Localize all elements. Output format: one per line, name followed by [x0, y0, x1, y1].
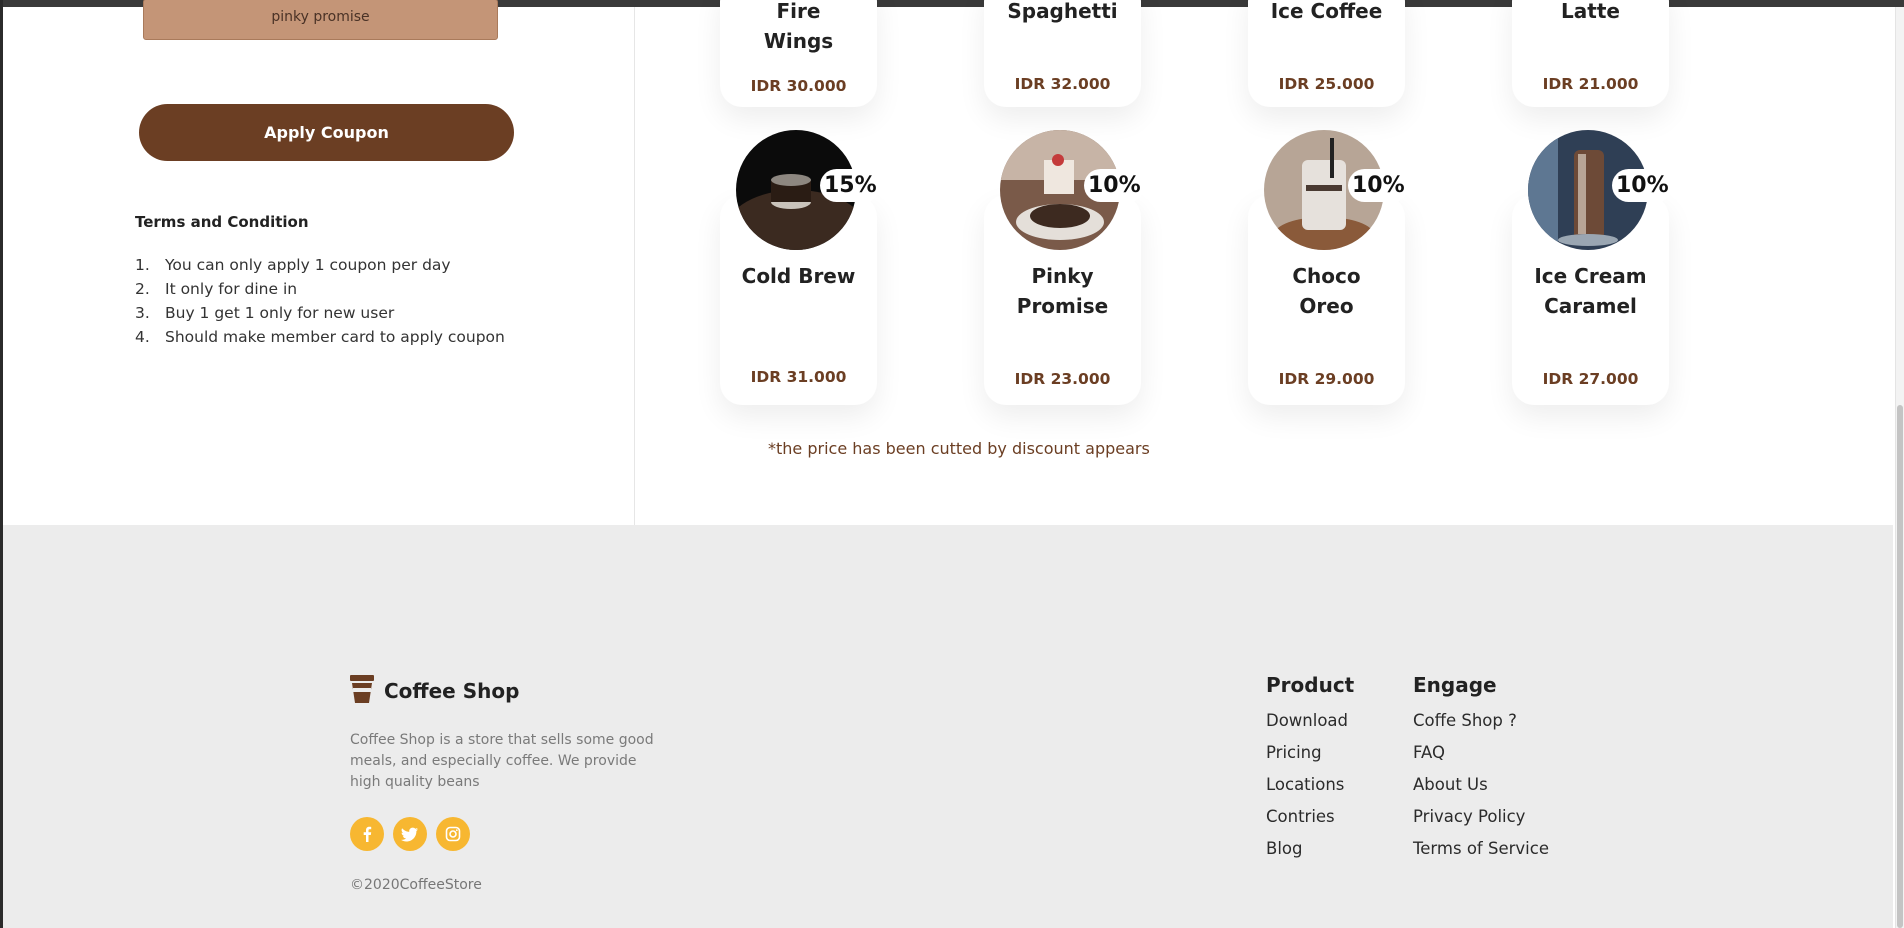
discount-note: *the price has been cutted by discount a…: [768, 439, 1150, 458]
product-price: IDR 31.000: [750, 368, 847, 386]
discount-badge: 10%: [1612, 169, 1673, 202]
twitter-icon[interactable]: [393, 817, 427, 851]
footer-engage-column: Engage Coffe Shop ? FAQ About Us Privacy…: [1413, 673, 1549, 865]
footer-brand[interactable]: Coffee Shop: [348, 673, 519, 709]
product-price: IDR 27.000: [1542, 370, 1639, 388]
terms-item-number: 2.: [135, 280, 150, 298]
instagram-icon[interactable]: [436, 817, 470, 851]
terms-item-number: 4.: [135, 328, 150, 346]
copyright: ©2020CoffeeStore: [350, 877, 482, 893]
product-name: Latte: [1561, 0, 1620, 23]
product-price: IDR 21.000: [1542, 75, 1639, 93]
footer-link-terms-of-service[interactable]: Terms of Service: [1413, 833, 1549, 865]
footer-link-locations[interactable]: Locations: [1266, 769, 1354, 801]
product-name: Ice Coffee: [1270, 0, 1383, 23]
product-name: Fire: [776, 0, 821, 23]
terms-title: Terms and Condition: [135, 213, 309, 231]
footer-description: Coffee Shop is a store that sells some g…: [350, 732, 654, 790]
social-links: [350, 817, 470, 851]
footer-link-faq[interactable]: FAQ: [1413, 737, 1549, 769]
terms-item-text: Buy 1 get 1 only for new user: [165, 304, 395, 322]
coffee-cup-icon: [348, 673, 376, 709]
product-name: Choco: [1292, 264, 1361, 288]
facebook-icon[interactable]: [350, 817, 384, 851]
product-card-ice-coffee[interactable]: Ice Coffee IDR 25.000: [1248, 0, 1405, 107]
footer-link-pricing[interactable]: Pricing: [1266, 737, 1354, 769]
product-price: IDR 23.000: [1014, 370, 1111, 388]
footer-product-column: Product Download Pricing Locations Contr…: [1266, 673, 1354, 865]
product-name: Cold Brew: [741, 264, 856, 288]
terms-item: 3. Buy 1 get 1 only for new user: [135, 301, 505, 325]
terms-item-number: 3.: [135, 304, 150, 322]
discount-badge: 15%: [820, 169, 881, 202]
product-name: Spaghetti: [1007, 0, 1118, 23]
product-name: Pinky: [1031, 264, 1094, 288]
product-name: Wings: [763, 29, 834, 53]
footer-link-about-us[interactable]: About Us: [1413, 769, 1549, 801]
footer-link-privacy-policy[interactable]: Privacy Policy: [1413, 801, 1549, 833]
scrollbar-thumb[interactable]: [1897, 405, 1903, 928]
footer-link-coffe-shop[interactable]: Coffe Shop ?: [1413, 705, 1549, 737]
footer-engage-title: Engage: [1413, 673, 1497, 697]
terms-item-number: 1.: [135, 256, 150, 274]
product-name: Ice Cream: [1534, 264, 1647, 288]
product-name: Promise: [1016, 294, 1109, 318]
product-price: IDR 29.000: [1278, 370, 1375, 388]
terms-item-text: It only for dine in: [165, 280, 298, 298]
product-card-spaghetti[interactable]: Spaghetti IDR 32.000: [984, 0, 1141, 107]
footer-link-contries[interactable]: Contries: [1266, 801, 1354, 833]
product-price: IDR 25.000: [1278, 75, 1375, 93]
coupon-input[interactable]: pinky promise: [143, 0, 498, 40]
discount-badge: 10%: [1348, 169, 1409, 202]
product-card-fire-wings[interactable]: Fire Wings IDR 30.000: [720, 0, 877, 107]
product-card-latte[interactable]: Latte IDR 21.000: [1512, 0, 1669, 107]
terms-item: 4. Should make member card to apply coupo…: [135, 325, 505, 349]
product-price: IDR 32.000: [1014, 75, 1111, 93]
footer-product-title: Product: [1266, 673, 1355, 697]
apply-coupon-button[interactable]: Apply Coupon: [139, 104, 514, 161]
terms-item: 2. It only for dine in: [135, 277, 505, 301]
product-name: Caramel: [1544, 294, 1637, 318]
terms-item-text: You can only apply 1 coupon per day: [165, 256, 451, 274]
vertical-scrollbar[interactable]: [1895, 7, 1904, 928]
terms-item-text: Should make member card to apply coupon: [165, 328, 505, 346]
coupon-panel: pinky promise Apply Coupon Terms and Con…: [3, 0, 635, 525]
footer-link-blog[interactable]: Blog: [1266, 833, 1354, 865]
footer-brand-name: Coffee Shop: [384, 679, 520, 703]
discount-badge: 10%: [1084, 169, 1145, 202]
terms-list: 1. You can only apply 1 coupon per day 2.…: [135, 253, 505, 349]
footer: [3, 525, 1893, 928]
product-price: IDR 30.000: [750, 77, 847, 95]
footer-link-download[interactable]: Download: [1266, 705, 1354, 737]
product-name: Oreo: [1299, 294, 1354, 318]
terms-item: 1. You can only apply 1 coupon per day: [135, 253, 505, 277]
